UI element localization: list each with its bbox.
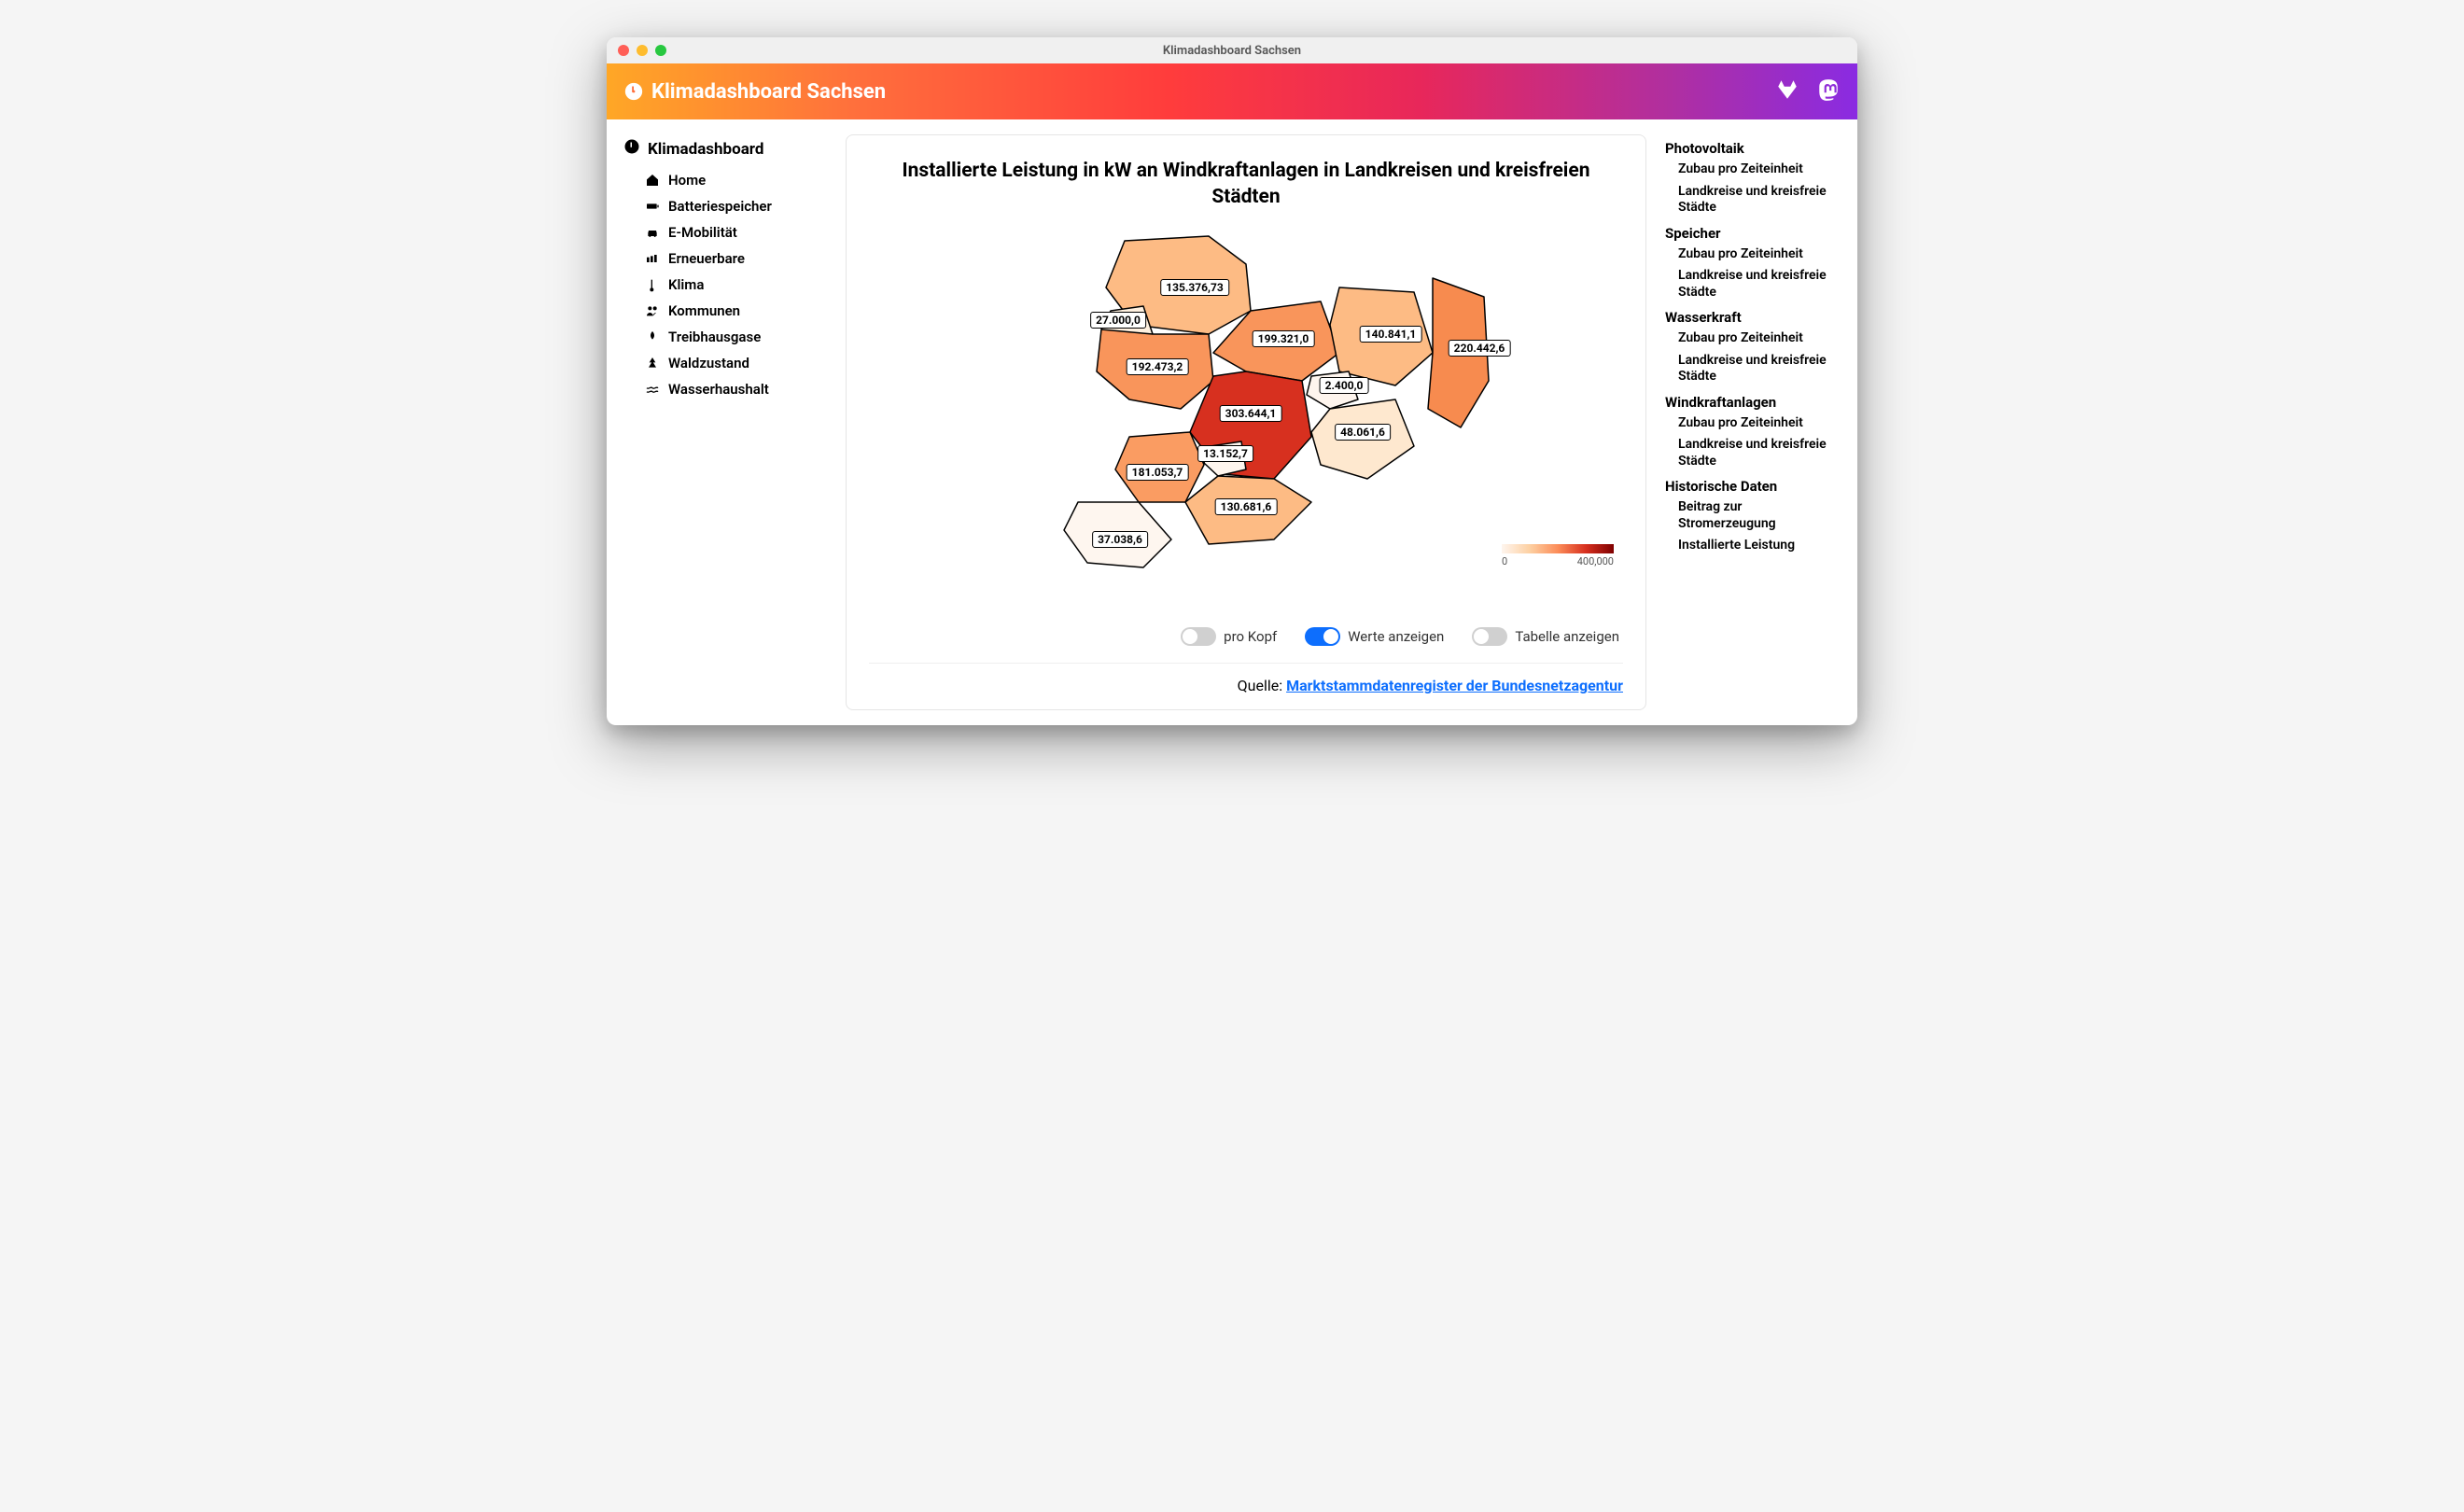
color-legend: 0 400,000 [1502,544,1614,567]
erneuerbare-icon [644,251,661,266]
treibhausgase-icon [644,329,661,344]
kommunen-icon [644,303,661,318]
toggle-row: pro Kopf Werte anzeigen Tabelle anzeigen [869,620,1623,653]
waldzustand-icon [644,356,661,371]
switch-tabelle[interactable] [1472,627,1507,646]
source-prefix: Quelle: [1238,677,1286,694]
right-section-title[interactable]: Wasserkraft [1665,309,1842,326]
map-area: 27.000,0 135.376,73 192.473,2 199.321,0 140.… [869,222,1623,614]
right-sidebar-item[interactable]: Zubau pro Zeiteinheit [1678,328,1842,350]
sidebar-item-treibhausgase[interactable]: Treibhausgase [644,324,831,350]
chart-title: Installierte Leistung in kW an Windkraft… [869,158,1623,211]
toggle-tabelle-label: Tabelle anzeigen [1515,628,1619,645]
chart-card: Installierte Leistung in kW an Windkraft… [846,134,1646,710]
sidebar-heading[interactable]: Klimadashboard [623,138,831,160]
dashboard-icon [623,138,640,160]
main-content: Installierte Leistung in kW an Windkraft… [836,134,1656,710]
legend-min: 0 [1502,555,1507,567]
map-value-label: 303.644,1 [1220,405,1282,422]
emobilitaet-icon [644,225,661,240]
sidebar-item-label: Batteriespeicher [668,198,772,215]
sidebar-item-label: E-Mobilität [668,224,737,241]
source-row: Quelle: Marktstammdatenregister der Bund… [869,663,1623,694]
sidebar-item-label: Erneuerbare [668,250,745,267]
map-value-label: 37.038,6 [1092,531,1148,548]
klima-icon [644,277,661,292]
right-sidebar-item[interactable]: Landkreise und kreisfreie Städte [1678,265,1842,303]
close-window-button[interactable] [618,45,629,56]
map-value-label: 192.473,2 [1127,358,1189,375]
sidebar-item-emobilitaet[interactable]: E-Mobilität [644,219,831,245]
switch-pro-kopf[interactable] [1181,627,1216,646]
maximize-window-button[interactable] [655,45,666,56]
sidebar-item-kommunen[interactable]: Kommunen [644,298,831,324]
wasserhaushalt-icon [644,382,661,397]
dashboard-icon [623,81,644,102]
source-link[interactable]: Marktstammdatenregister der Bundesnetzag… [1286,677,1623,694]
right-section-title[interactable]: Photovoltaik [1665,140,1842,157]
right-section-title[interactable]: Speicher [1665,225,1842,242]
map-value-label: 27.000,0 [1090,312,1146,329]
gitlab-icon[interactable] [1775,77,1799,105]
map-value-label: 48.061,6 [1335,424,1391,441]
sidebar-item-erneuerbare[interactable]: Erneuerbare [644,245,831,272]
map-value-label: 2.400,0 [1320,377,1369,394]
sidebar-heading-text: Klimadashboard [648,140,763,159]
right-sidebar-item[interactable]: Beitrag zur Stromerzeugung [1678,497,1842,535]
sidebar-item-label: Klima [668,276,704,293]
mastodon-icon[interactable] [1816,77,1841,105]
sidebar-item-label: Treibhausgase [668,329,761,345]
right-sidebar-item[interactable]: Landkreise und kreisfreie Städte [1678,350,1842,388]
right-sidebar-item[interactable]: Installierte Leistung [1678,535,1842,557]
sidebar-item-home[interactable]: Home [644,167,831,193]
window-controls [618,45,666,56]
right-sidebar-item[interactable]: Landkreise und kreisfreie Städte [1678,434,1842,472]
right-sidebar-item[interactable]: Zubau pro Zeiteinheit [1678,159,1842,181]
sidebar-item-wasserhaushalt[interactable]: Wasserhaushalt [644,376,831,402]
home-icon [644,173,661,188]
minimize-window-button[interactable] [637,45,648,56]
map-value-label: 140.841,1 [1360,326,1422,343]
sidebar-item-label: Wasserhaushalt [668,381,769,398]
toggle-tabelle[interactable]: Tabelle anzeigen [1472,627,1619,646]
brand-text: Klimadashboard Sachsen [651,80,886,104]
brand[interactable]: Klimadashboard Sachsen [623,80,886,104]
navbar: Klimadashboard Sachsen [607,63,1857,119]
app-window: Klimadashboard Sachsen Klimadashboard Sa… [607,37,1857,725]
right-section-title[interactable]: Windkraftanlagen [1665,394,1842,411]
map-value-label: 181.053,7 [1127,464,1189,481]
sidebar-item-label: Home [668,172,706,189]
map-value-label: 130.681,6 [1215,498,1278,515]
sidebar-left: Klimadashboard Home Batteriespeicher E-Mob… [622,134,836,710]
right-sidebar-item[interactable]: Zubau pro Zeiteinheit [1678,244,1842,266]
legend-max: 400,000 [1577,555,1614,567]
right-sidebar-item[interactable]: Zubau pro Zeiteinheit [1678,413,1842,435]
window-title: Klimadashboard Sachsen [607,44,1857,58]
map-value-label: 135.376,73 [1160,279,1229,296]
sidebar-item-waldzustand[interactable]: Waldzustand [644,350,831,376]
map-value-label: 13.152,7 [1197,445,1253,462]
right-sidebar-item[interactable]: Landkreise und kreisfreie Städte [1678,181,1842,219]
sidebar-item-batteriespeicher[interactable]: Batteriespeicher [644,193,831,219]
sidebar-item-label: Waldzustand [668,355,749,371]
toggle-werte-label: Werte anzeigen [1348,628,1444,645]
titlebar: Klimadashboard Sachsen [607,37,1857,63]
toggle-pro-kopf[interactable]: pro Kopf [1181,627,1277,646]
sidebar-item-klima[interactable]: Klima [644,272,831,298]
switch-werte[interactable] [1305,627,1340,646]
saxony-map[interactable] [966,222,1526,577]
sidebar-right: PhotovoltaikZubau pro ZeiteinheitLandkre… [1656,134,1842,710]
right-section-title[interactable]: Historische Daten [1665,478,1842,495]
batteriespeicher-icon [644,199,661,214]
map-value-label: 199.321,0 [1253,330,1315,347]
sidebar-item-label: Kommunen [668,302,740,319]
legend-gradient [1502,544,1614,553]
toggle-werte[interactable]: Werte anzeigen [1305,627,1444,646]
map-value-label: 220.442,6 [1449,340,1511,357]
toggle-pro-kopf-label: pro Kopf [1224,628,1277,645]
